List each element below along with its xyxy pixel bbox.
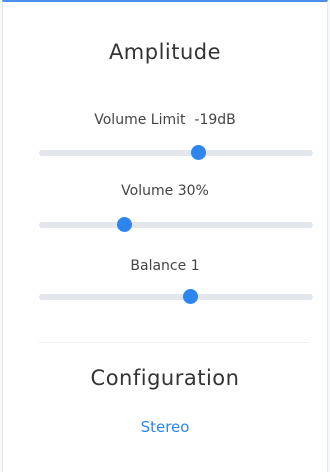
volume-slider[interactable] <box>39 217 313 233</box>
configuration-title: Configuration <box>90 366 240 390</box>
balance-track[interactable] <box>39 294 313 300</box>
volume-limit-track[interactable] <box>39 150 313 156</box>
stereo-mode-link[interactable]: Stereo <box>3 418 327 436</box>
volume-limit-label: Volume Limit -19dB <box>3 112 327 128</box>
volume-limit-value: -19dB <box>194 112 236 128</box>
volume-label: Volume 30% <box>3 183 327 199</box>
section-divider <box>39 342 309 343</box>
balance-thumb[interactable] <box>182 289 198 304</box>
balance-slider[interactable] <box>39 289 313 305</box>
balance-label: Balance 1 <box>3 258 327 274</box>
audio-panel: Amplitude Volume Limit -19dB Volume 30% … <box>2 0 328 472</box>
volume-thumb[interactable] <box>116 217 132 232</box>
volume-limit-label-text: Volume Limit <box>94 112 186 128</box>
volume-label-text: Volume <box>121 183 174 199</box>
volume-track[interactable] <box>39 222 313 228</box>
balance-label-text: Balance <box>130 258 187 274</box>
balance-value: 1 <box>190 258 200 274</box>
volume-limit-thumb[interactable] <box>190 145 206 160</box>
volume-limit-slider[interactable] <box>39 145 313 161</box>
amplitude-title: Amplitude <box>108 40 222 64</box>
volume-value: 30% <box>177 183 209 199</box>
